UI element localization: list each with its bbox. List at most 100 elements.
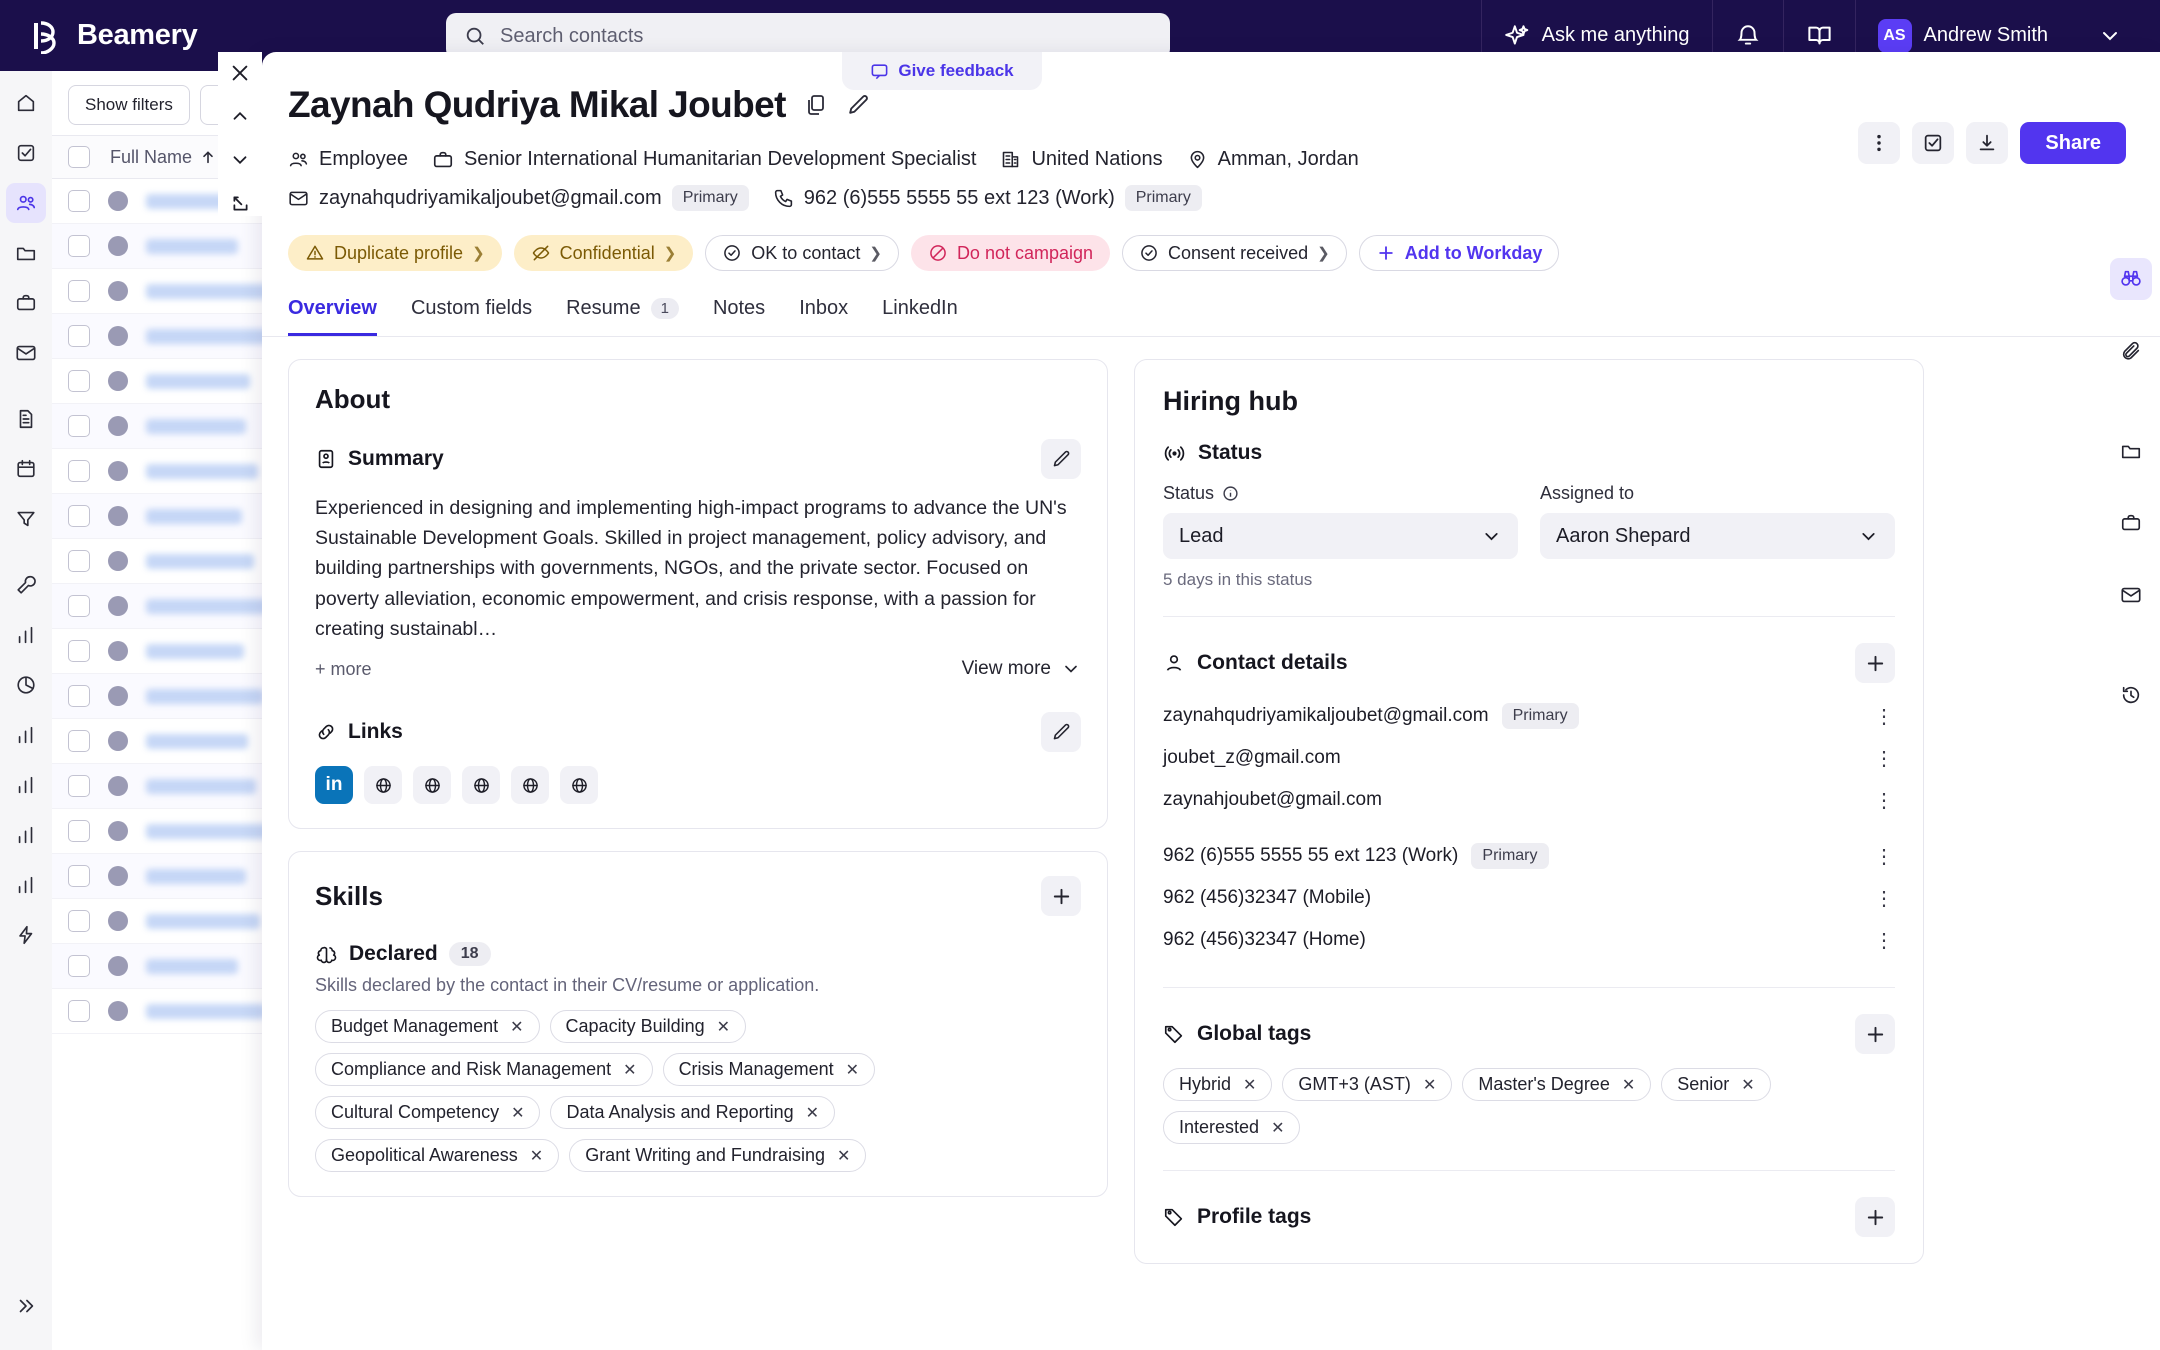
add-task-button[interactable] [1912, 122, 1955, 164]
give-feedback-button[interactable]: Give feedback [842, 52, 1042, 90]
row-checkbox[interactable] [68, 550, 90, 572]
links-edit-button[interactable] [1041, 712, 1081, 753]
row-checkbox[interactable] [68, 370, 90, 392]
close-icon[interactable]: ✕ [1741, 1075, 1754, 1095]
right-rail-binoculars[interactable] [2110, 258, 2152, 300]
brand-logo-area[interactable]: Beamery [28, 18, 198, 54]
assigned-to-select[interactable]: Aaron Shepard [1540, 513, 1895, 559]
left-rail-pie-chart[interactable] [6, 665, 46, 705]
row-checkbox[interactable] [68, 1000, 90, 1022]
summary-edit-button[interactable] [1041, 439, 1081, 479]
close-icon[interactable]: ✕ [530, 1146, 543, 1166]
left-rail-document[interactable] [6, 399, 46, 439]
add-contact-detail-button[interactable] [1855, 643, 1895, 683]
row-checkbox[interactable] [68, 505, 90, 527]
pencil-icon[interactable] [846, 93, 871, 118]
left-rail-wrench[interactable] [6, 565, 46, 605]
close-icon[interactable]: ✕ [510, 1017, 523, 1037]
skill-tag[interactable]: Crisis Management ✕ [662, 1053, 876, 1087]
row-checkbox[interactable] [68, 820, 90, 842]
right-rail-history[interactable] [2110, 674, 2152, 716]
tab-custom-fields[interactable]: Custom fields [411, 297, 532, 336]
phone-row[interactable]: 962 (6)555 5555 55 ext 123 (Work) Primary… [1163, 835, 1895, 877]
close-icon[interactable]: ✕ [1423, 1075, 1436, 1095]
phone-row[interactable]: 962 (456)32347 (Mobile) ⋮ [1163, 877, 1895, 919]
add-global-tag-button[interactable] [1855, 1014, 1895, 1054]
tab-overview[interactable]: Overview [288, 297, 377, 336]
left-rail-folder[interactable] [6, 233, 46, 273]
row-more-options-button[interactable]: ⋮ [1874, 788, 1895, 813]
close-icon[interactable] [225, 60, 255, 86]
close-icon[interactable]: ✕ [1271, 1118, 1284, 1138]
row-checkbox[interactable] [68, 730, 90, 752]
chip-consent-received[interactable]: Consent received ❯ [1122, 235, 1347, 271]
left-rail-bar-chart[interactable] [6, 815, 46, 855]
chevrons-right-icon[interactable] [6, 1286, 46, 1326]
left-rail-mail[interactable] [6, 333, 46, 373]
email-row[interactable]: zaynahjoubet@gmail.com ⋮ [1163, 779, 1895, 821]
close-icon[interactable]: ✕ [1243, 1075, 1256, 1095]
right-rail-folder[interactable] [2110, 430, 2152, 472]
chip-duplicate-profile[interactable]: Duplicate profile ❯ [288, 235, 502, 271]
row-checkbox[interactable] [68, 235, 90, 257]
chevron-down-icon[interactable] [225, 147, 255, 173]
left-rail-bar-chart[interactable] [6, 615, 46, 655]
add-skill-button[interactable] [1041, 876, 1081, 917]
chip-confidential[interactable]: Confidential ❯ [513, 235, 694, 271]
close-icon[interactable]: ✕ [846, 1060, 859, 1080]
tab-linkedin[interactable]: LinkedIn [882, 297, 958, 336]
row-more-options-button[interactable]: ⋮ [1874, 704, 1895, 729]
add-profile-tag-button[interactable] [1855, 1197, 1895, 1237]
left-rail-calendar[interactable] [6, 449, 46, 489]
row-more-options-button[interactable]: ⋮ [1874, 746, 1895, 771]
row-checkbox[interactable] [68, 325, 90, 347]
website-link-icon[interactable] [413, 766, 451, 805]
global-tag[interactable]: Interested ✕ [1163, 1111, 1301, 1144]
download-button[interactable] [1966, 122, 2009, 164]
tab-notes[interactable]: Notes [713, 297, 765, 336]
website-link-icon[interactable] [364, 766, 402, 805]
row-checkbox[interactable] [68, 775, 90, 797]
row-checkbox[interactable] [68, 865, 90, 887]
summary-view-more-button[interactable]: View more [962, 658, 1081, 680]
tab-inbox[interactable]: Inbox [799, 297, 848, 336]
global-tag[interactable]: GMT+3 (AST) ✕ [1282, 1068, 1453, 1101]
column-header-full-name[interactable]: Full Name [110, 147, 216, 168]
email-row[interactable]: zaynahqudriyamikaljoubet@gmail.com Primar… [1163, 695, 1895, 737]
summary-more-link[interactable]: + more [315, 659, 372, 680]
left-rail-home[interactable] [6, 83, 46, 123]
close-icon[interactable]: ✕ [511, 1103, 524, 1123]
right-rail-briefcase[interactable] [2110, 502, 2152, 544]
right-rail-mail[interactable] [2110, 574, 2152, 616]
more-options-button[interactable] [1858, 122, 1901, 164]
right-rail-paperclip[interactable] [2110, 330, 2152, 372]
chip-do-not-campaign[interactable]: Do not campaign [910, 235, 1111, 271]
close-icon[interactable]: ✕ [623, 1060, 636, 1080]
left-rail-bar-chart[interactable] [6, 865, 46, 905]
status-select[interactable]: Lead [1163, 513, 1518, 559]
row-checkbox[interactable] [68, 595, 90, 617]
show-filters-button[interactable]: Show filters [68, 85, 190, 125]
close-icon[interactable]: ✕ [717, 1017, 730, 1037]
email-row[interactable]: joubet_z@gmail.com ⋮ [1163, 737, 1895, 779]
info-icon[interactable] [1222, 485, 1239, 502]
skill-tag[interactable]: Cultural Competency ✕ [315, 1096, 541, 1130]
left-rail-task[interactable] [6, 133, 46, 173]
tab-resume[interactable]: Resume 1 [566, 297, 679, 336]
left-rail-briefcase[interactable] [6, 283, 46, 323]
website-link-icon[interactable] [462, 766, 500, 805]
linkedin-link-icon[interactable]: in [315, 766, 353, 805]
row-checkbox[interactable] [68, 685, 90, 707]
row-more-options-button[interactable]: ⋮ [1874, 844, 1895, 869]
row-checkbox[interactable] [68, 415, 90, 437]
global-tag[interactable]: Senior ✕ [1661, 1068, 1771, 1101]
website-link-icon[interactable] [560, 766, 598, 805]
open-external-icon[interactable] [225, 191, 255, 217]
website-link-icon[interactable] [511, 766, 549, 805]
share-button[interactable]: Share [2020, 122, 2126, 164]
left-rail-lightning[interactable] [6, 915, 46, 955]
skill-tag[interactable]: Budget Management ✕ [315, 1010, 540, 1044]
row-checkbox[interactable] [68, 640, 90, 662]
select-all-checkbox[interactable] [68, 146, 90, 168]
skill-tag[interactable]: Grant Writing and Fundraising ✕ [569, 1139, 867, 1173]
